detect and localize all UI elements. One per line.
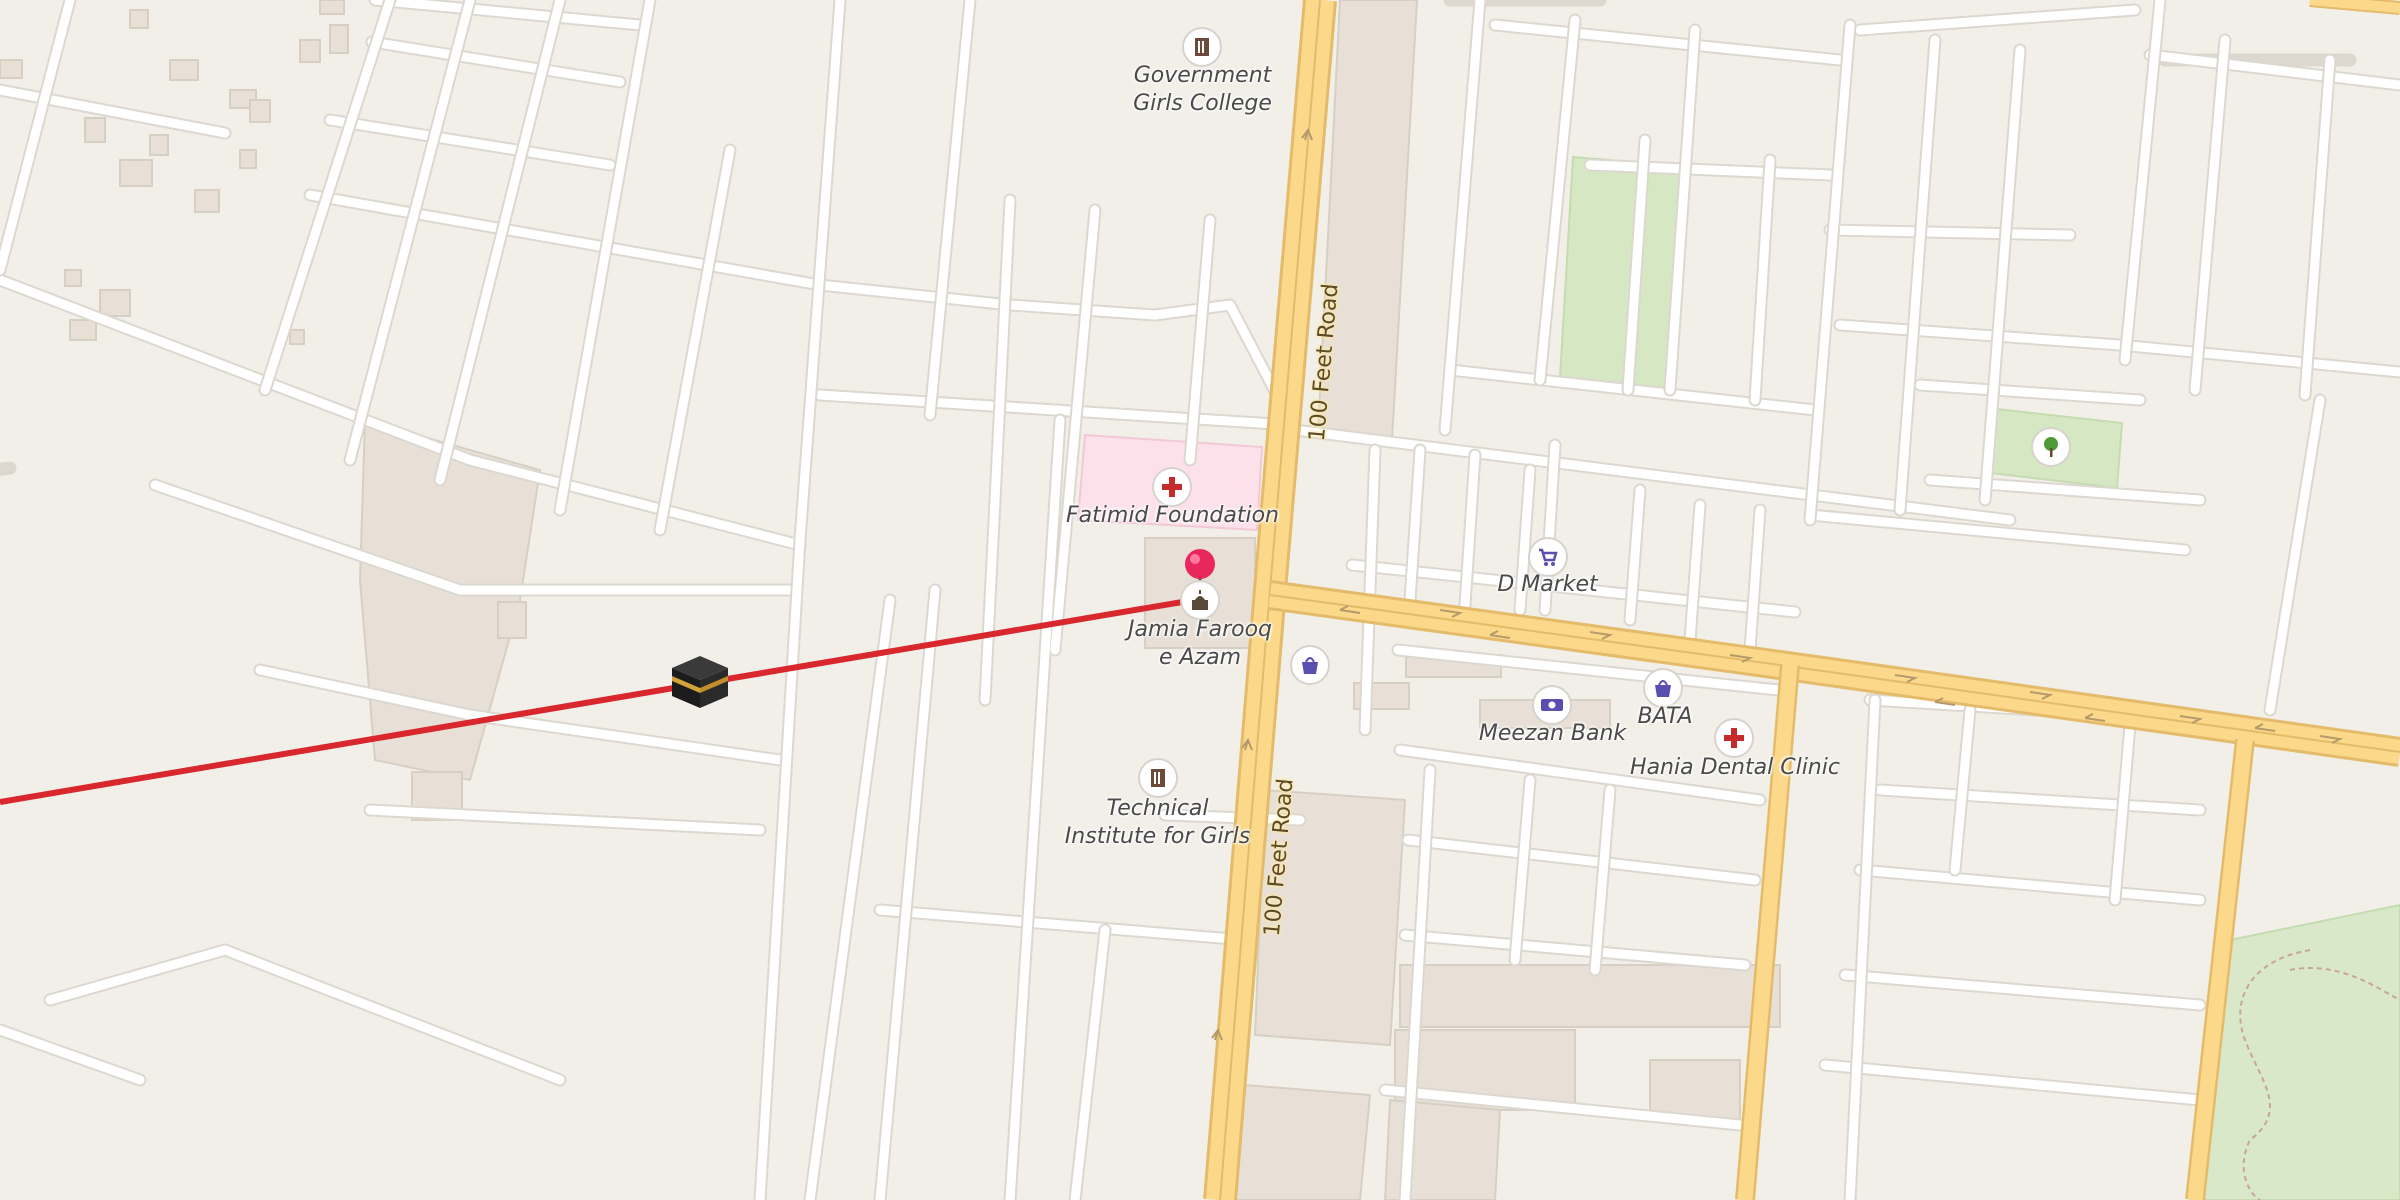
mosque-icon[interactable] — [1180, 580, 1220, 620]
place-label-bata: BATA — [1637, 704, 1693, 729]
place-label-fatimid-foundation: Fatimid Foundation — [1066, 503, 1279, 528]
place-label-d-market: D Market — [1497, 572, 1598, 597]
banknote-icon[interactable] — [1532, 685, 1572, 725]
shopping-bag-icon[interactable] — [1643, 668, 1683, 708]
school-icon[interactable] — [1138, 758, 1178, 798]
tree-icon[interactable] — [2031, 427, 2071, 467]
medical-cross-icon[interactable] — [1714, 718, 1754, 758]
place-label-jamia-farooq-e-azam: Jamia Farooq e Azam — [1127, 617, 1273, 670]
place-label-government-girls-college: Government Girls College — [1133, 63, 1272, 116]
sports-field — [1558, 155, 1685, 392]
place-label-technical-institute-for-girls: Technical Institute for Girls — [1064, 796, 1251, 849]
medical-cross-icon[interactable] — [1152, 467, 1192, 507]
place-label-hania-dental-clinic: Hania Dental Clinic — [1630, 755, 1840, 780]
shopping-bag-icon[interactable] — [1290, 645, 1330, 685]
map-view[interactable]: 100 Feet Road 100 Feet Road Government G… — [0, 0, 2400, 1200]
school-icon[interactable] — [1182, 27, 1222, 67]
